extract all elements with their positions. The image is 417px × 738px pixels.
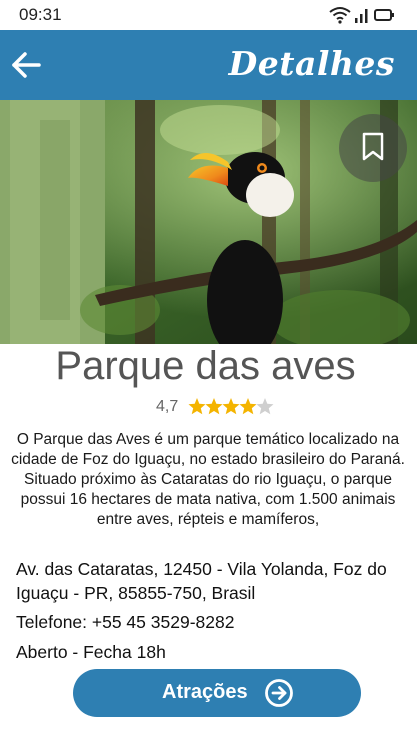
back-button[interactable] [8,47,44,83]
rating: 4,7 [156,397,306,419]
wifi-icon [329,7,351,24]
place-description: O Parque das Aves é um parque temático l… [11,431,405,528]
star-1 [188,398,206,415]
page-title: Detalhes [228,44,395,83]
rating-value: 4,7 [156,398,179,415]
place-address: Av. das Cataratas, 12450 - Vila Yolanda,… [16,559,387,603]
star-5 [256,398,274,415]
star-4 [239,398,257,415]
status-bar: 09:31 [0,0,417,30]
status-icons [329,6,395,24]
arrow-left-icon [12,52,41,78]
rating-stars [188,398,274,415]
attractions-button[interactable]: Atrações [73,669,361,717]
place-phone[interactable]: Telefone: +55 45 3529-8282 [16,610,234,634]
signal-icon [355,9,368,23]
status-time: 09:31 [19,5,62,24]
place-hours: Aberto - Fecha 18h [16,642,166,662]
bookmark-button[interactable] [339,114,407,182]
battery-icon [374,9,394,21]
arrow-right-circle-icon [265,679,293,707]
place-name: Parque das aves [55,344,356,388]
star-3 [222,398,240,415]
bookmark-icon [362,132,384,161]
star-2 [205,398,223,415]
app-bar: Detalhes [0,30,417,100]
attractions-button-label: Atrações [162,681,248,703]
